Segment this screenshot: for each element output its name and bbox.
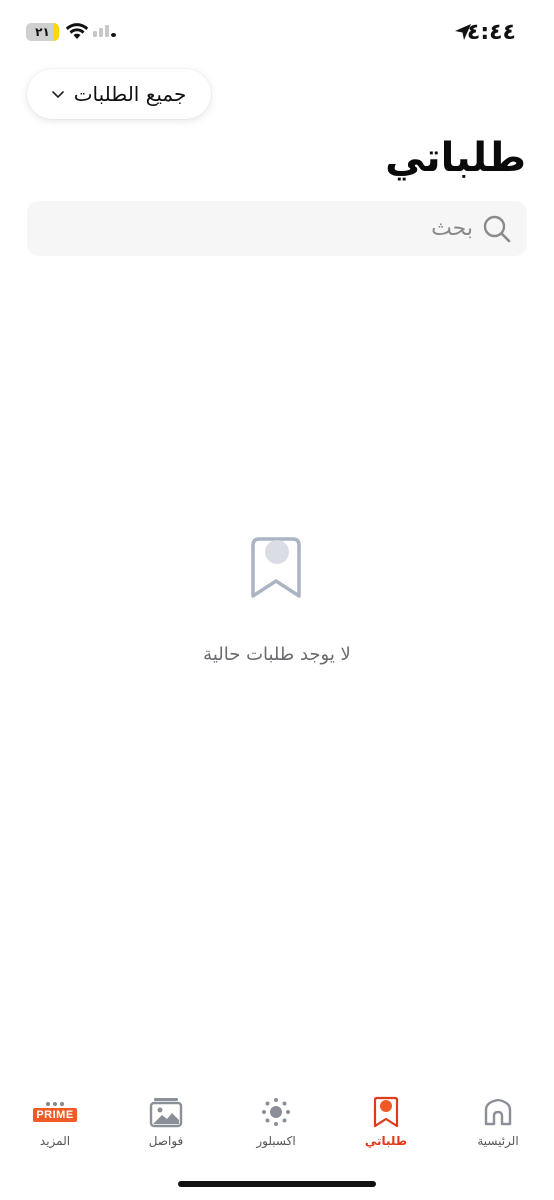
battery-icon: ٢١ <box>26 23 59 41</box>
tab-explore[interactable]: اكسبلور <box>221 1095 331 1155</box>
battery-level: ٢١ <box>35 25 50 39</box>
tab-label-orders: طلباتي <box>364 1134 408 1148</box>
gallery-icon <box>149 1095 183 1129</box>
chevron-down-icon <box>51 87 64 103</box>
home-indicator[interactable] <box>178 1181 376 1187</box>
orders-icon <box>373 1095 399 1129</box>
status-bar: ٢١ ٤:٤٤ <box>0 0 554 60</box>
cellular-signal-icon <box>93 25 116 37</box>
orders-filter-dropdown[interactable]: جميع الطلبات <box>27 69 211 119</box>
tab-label-more: المزيد <box>39 1134 71 1148</box>
battery-fill <box>53 23 59 41</box>
filter-label: جميع الطلبات <box>73 82 187 106</box>
prime-icon: PRIME <box>33 1095 77 1129</box>
tab-orders[interactable]: طلباتي <box>331 1095 441 1155</box>
tab-label-gallery: فواصل <box>148 1134 184 1148</box>
status-time: ٤:٤٤ <box>466 20 516 45</box>
prime-badge: PRIME <box>33 1108 77 1122</box>
orders-screen: ٢١ ٤:٤٤ جميع الطلبات طلباتي بحث لا يوجد … <box>0 0 554 1200</box>
search-icon <box>483 215 511 242</box>
empty-state-message: لا يوجد طلبات حالية <box>203 644 351 665</box>
tab-gallery[interactable]: فواصل <box>111 1095 221 1155</box>
page-title: طلباتي <box>385 135 526 181</box>
tab-label-home: الرئيسية <box>477 1134 519 1148</box>
wifi-icon <box>65 23 89 39</box>
search-placeholder: بحث <box>431 216 473 241</box>
explore-icon <box>260 1095 292 1129</box>
home-icon <box>482 1095 514 1129</box>
bookmark-icon <box>251 537 301 598</box>
more-dots-icon <box>46 1102 64 1106</box>
tab-more[interactable]: PRIME المزيد <box>0 1095 110 1155</box>
tab-label-explore: اكسبلور <box>256 1134 296 1148</box>
search-input[interactable]: بحث <box>27 201 527 256</box>
tab-home[interactable]: الرئيسية <box>443 1095 553 1155</box>
